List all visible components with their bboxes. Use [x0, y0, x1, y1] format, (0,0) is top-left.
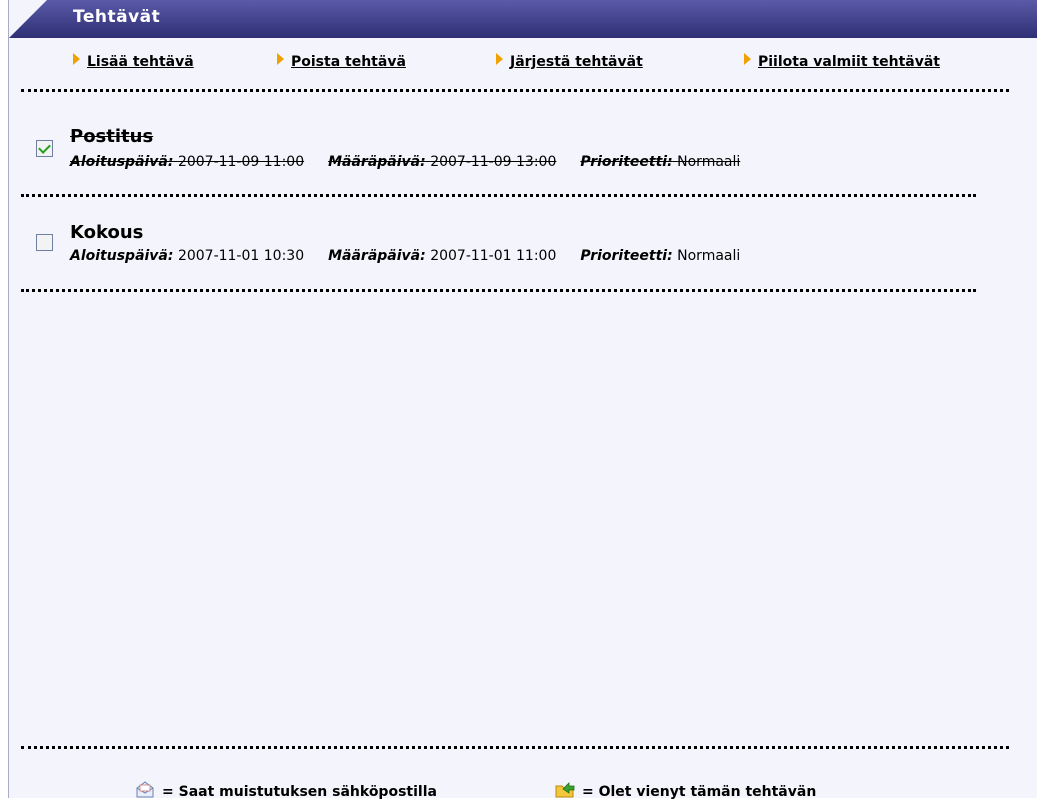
due-date-value: 2007-11-09 13:00 [430, 154, 557, 170]
priority-value: Normaali [677, 248, 741, 264]
arrow-right-icon [744, 53, 751, 65]
delete-task-link[interactable]: Poista tehtävä [277, 53, 406, 70]
due-date-label: Määräpäivä: [328, 154, 426, 170]
panel-title: Tehtävät [73, 7, 161, 27]
arrow-right-icon [73, 53, 80, 65]
divider [21, 194, 976, 197]
task-done-checkbox[interactable] [36, 234, 53, 251]
arrow-right-icon [277, 53, 284, 65]
task-meta: Aloituspäivä: 2007-11-01 10:30 Määräpäivä… [70, 248, 740, 264]
legend-export: = Olet vienyt tämän tehtävän [554, 781, 816, 800]
folder-export-icon [554, 781, 576, 799]
start-date-value: 2007-11-09 11:00 [177, 154, 305, 170]
tasks-panel: Tehtävät Lisää tehtävä Poista tehtävä Jä… [8, 0, 1037, 800]
sort-tasks-label: Järjestä tehtävät [510, 54, 643, 70]
divider [21, 289, 976, 292]
hide-done-tasks-label: Piilota valmiit tehtävät [758, 54, 940, 70]
hide-done-tasks-link[interactable]: Piilota valmiit tehtävät [744, 53, 940, 70]
envelope-icon [134, 781, 156, 799]
start-date-label: Aloituspäivä: [70, 154, 174, 170]
task-item: Postitus Aloituspäivä: 2007-11-09 11:00 M… [9, 126, 1037, 186]
priority-label: Prioriteetti: [580, 248, 673, 264]
due-date-value: 2007-11-01 11:00 [430, 248, 557, 264]
add-task-label: Lisää tehtävä [87, 54, 194, 70]
start-date-value: 2007-11-01 10:30 [177, 248, 305, 264]
arrow-right-icon [496, 53, 503, 65]
task-toolbar: Lisää tehtävä Poista tehtävä Järjestä te… [9, 53, 1037, 77]
titlebar-background [9, 0, 1037, 38]
icon-legend: = Saat muistutuksen sähköpostilla = Olet… [9, 777, 1037, 800]
divider [21, 89, 1009, 92]
delete-task-label: Poista tehtävä [291, 54, 406, 70]
priority-label: Prioriteetti: [580, 154, 673, 170]
divider [21, 746, 1009, 749]
add-task-link[interactable]: Lisää tehtävä [73, 53, 194, 70]
task-name: Postitus [70, 126, 154, 147]
task-item: Kokous Aloituspäivä: 2007-11-01 10:30 Mää… [9, 222, 1037, 282]
due-date-label: Määräpäivä: [328, 248, 426, 264]
legend-email: = Saat muistutuksen sähköpostilla [134, 781, 437, 800]
priority-value: Normaali [677, 154, 741, 170]
task-meta: Aloituspäivä: 2007-11-09 11:00 Määräpäivä… [70, 154, 740, 170]
sort-tasks-link[interactable]: Järjestä tehtävät [496, 53, 643, 70]
task-done-checkbox[interactable] [36, 140, 53, 157]
panel-titlebar: Tehtävät [9, 0, 1037, 38]
start-date-label: Aloituspäivä: [70, 248, 174, 264]
task-name: Kokous [70, 222, 144, 243]
